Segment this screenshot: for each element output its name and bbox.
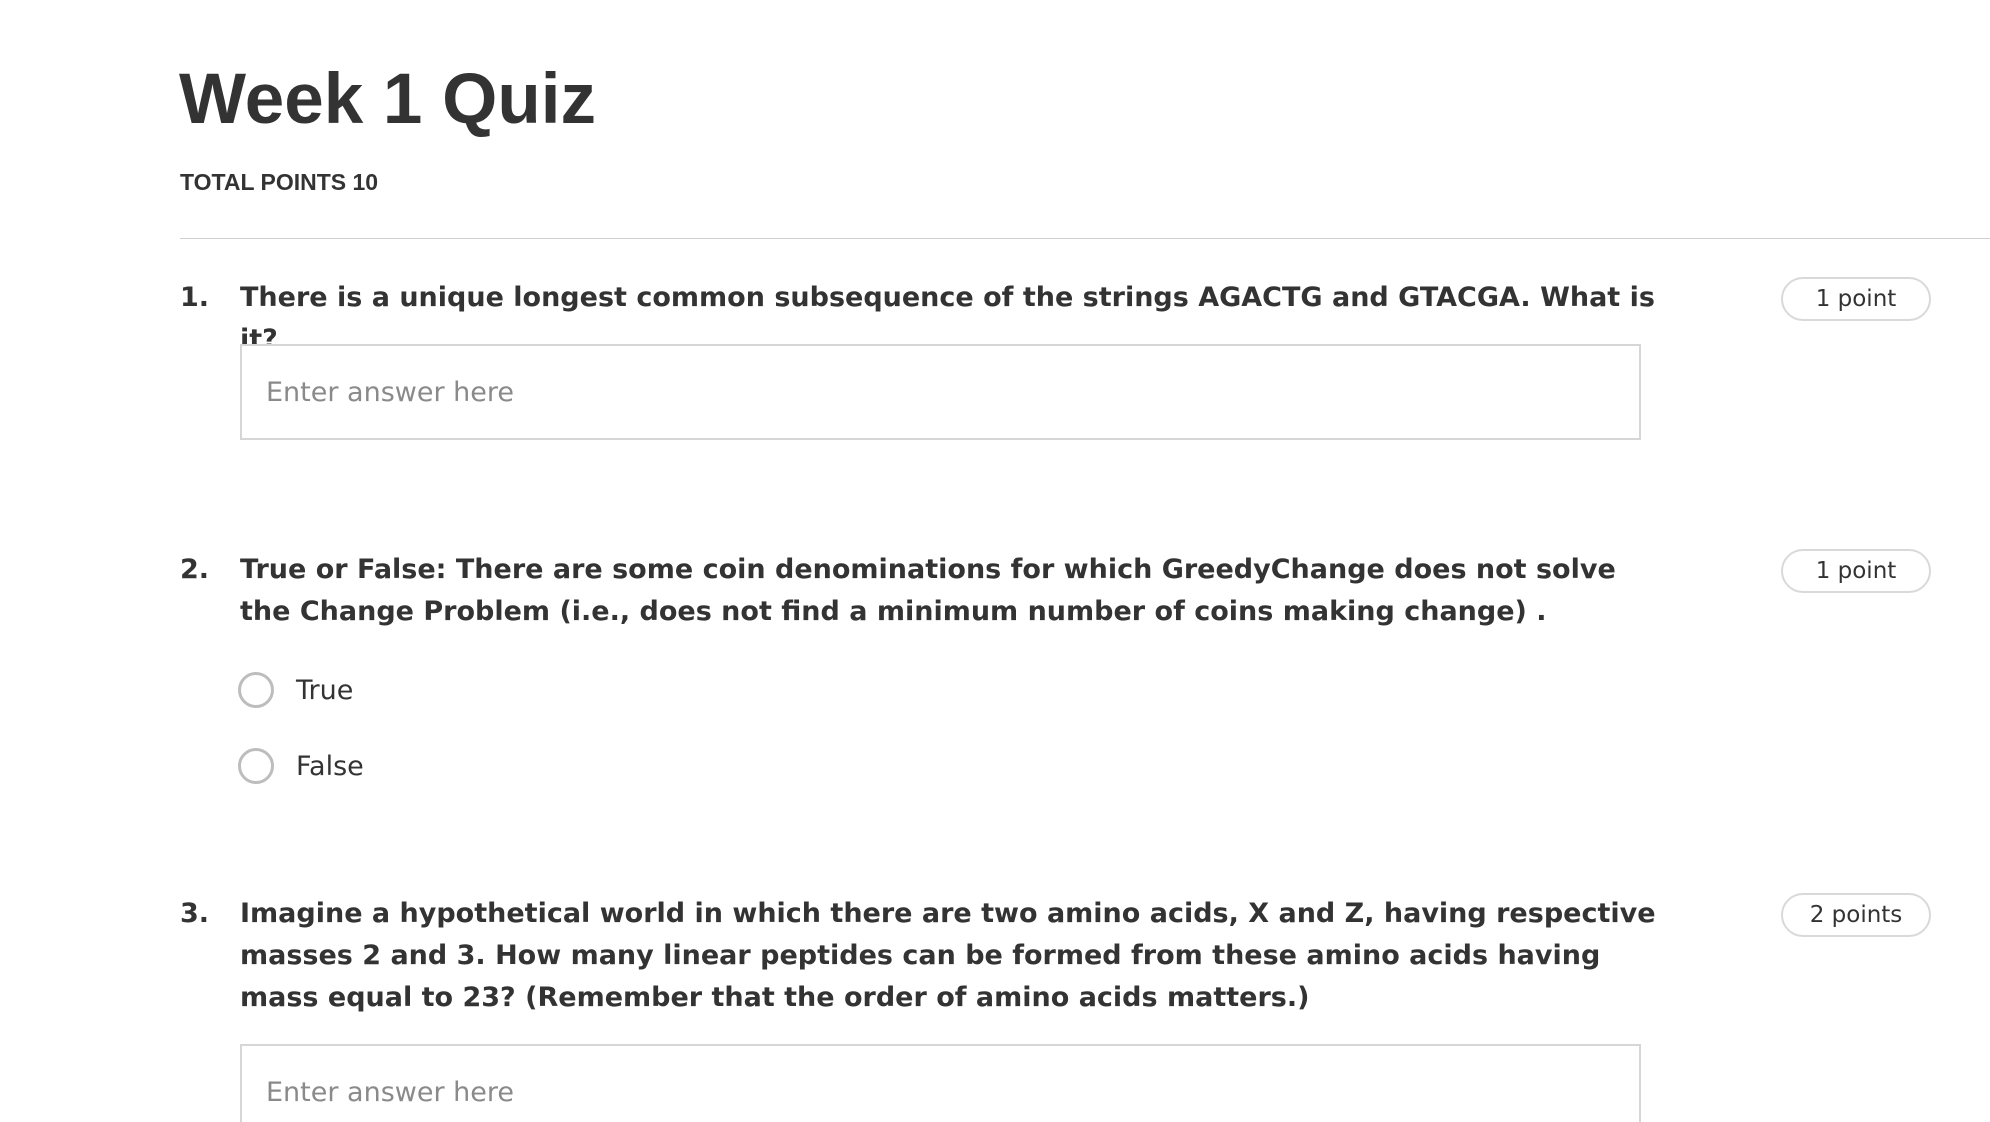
question-2-option-false[interactable]: False — [238, 744, 364, 788]
question-3-answer-input[interactable] — [240, 1044, 1641, 1122]
quiz-page: Week 1 Quiz TOTAL POINTS 10 1. There is … — [0, 0, 1990, 1122]
question-3-number: 3. — [180, 898, 210, 929]
radio-button-false[interactable] — [238, 748, 274, 784]
option-label-false: False — [296, 750, 364, 782]
option-label-true: True — [296, 674, 354, 706]
radio-button-true[interactable] — [238, 672, 274, 708]
question-2-option-true[interactable]: True — [238, 668, 353, 712]
question-1-number: 1. — [180, 282, 210, 313]
question-2-points-badge: 1 point — [1781, 549, 1931, 593]
header-divider — [180, 238, 1990, 239]
question-1-points-badge: 1 point — [1781, 277, 1931, 321]
question-2-number: 2. — [180, 554, 210, 585]
total-points-label: TOTAL POINTS 10 — [180, 169, 379, 195]
question-1-answer-input[interactable] — [240, 344, 1641, 440]
page-title: Week 1 Quiz — [179, 60, 596, 139]
question-3-points-badge: 2 points — [1781, 893, 1931, 937]
question-2-text: True or False: There are some coin denom… — [240, 554, 1616, 627]
question-3-text: Imagine a hypothetical world in which th… — [240, 898, 1656, 1013]
